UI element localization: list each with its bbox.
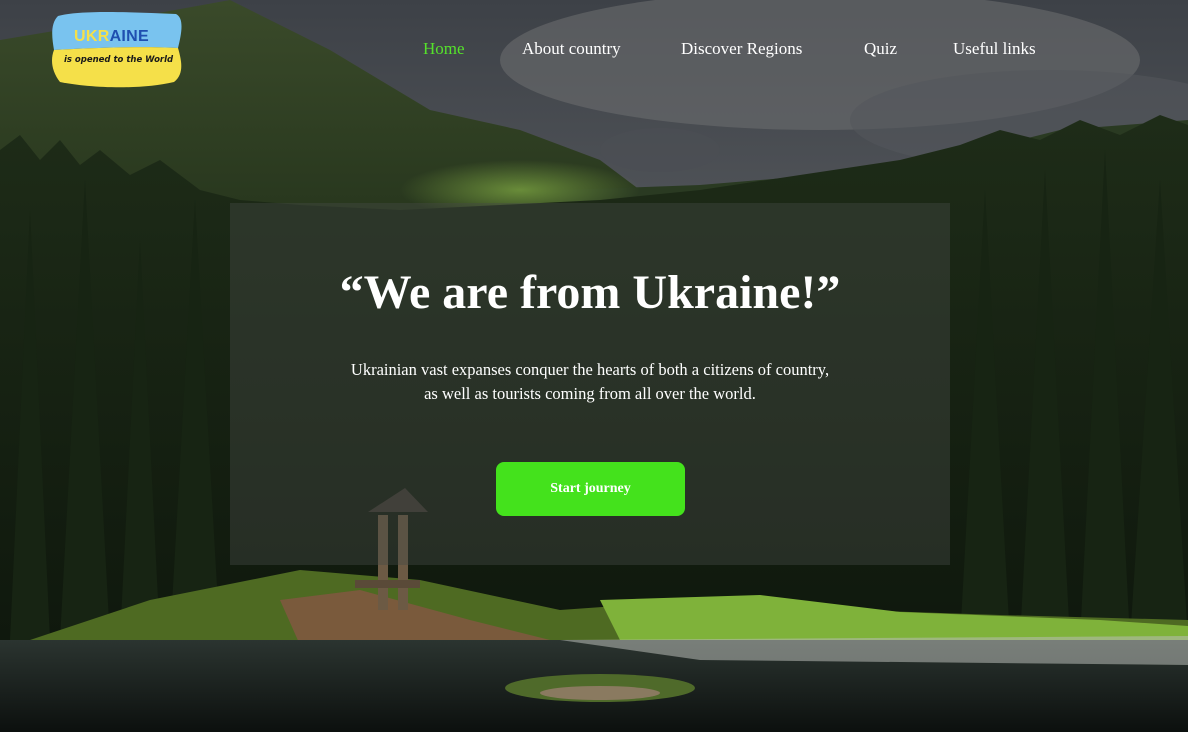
hero-description-line-1: Ukrainian vast expanses conquer the hear… [350,360,830,379]
nav-link-useful-links[interactable]: Useful links [953,39,1036,59]
nav-link-quiz[interactable]: Quiz [864,39,897,59]
nav-link-home[interactable]: Home [423,39,465,59]
nav-link-about-country[interactable]: About country [522,39,621,59]
hero-title: “We are from Ukraine!” [339,266,841,319]
hero-description: Ukrainian vast expanses conquer the hear… [290,358,890,406]
nav-link-discover-regions[interactable]: Discover Regions [681,39,802,59]
hero-description-line-2: as well as tourists coming from all over… [424,384,756,403]
hero-panel: “We are from Ukraine!” Ukrainian vast ex… [230,203,950,565]
start-journey-button[interactable]: Start journey [496,462,685,516]
main-navigation: Home About country Discover Regions Quiz… [0,39,1188,63]
